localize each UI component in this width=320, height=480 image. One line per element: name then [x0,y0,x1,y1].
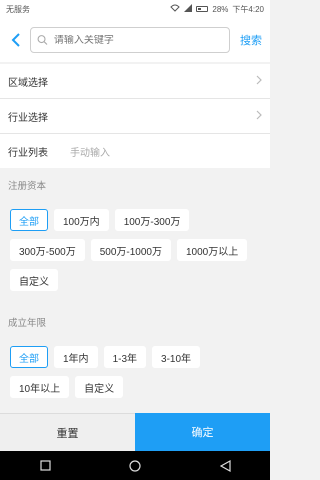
wifi-icon [170,4,181,14]
search-icon [37,35,48,45]
battery-icon [196,6,209,12]
region-select-row[interactable]: 区域选择 [0,64,270,98]
founding-option-over-10y[interactable]: 10年以上 [10,376,70,398]
signal-icon [184,4,193,14]
industry-list-input[interactable]: 手动输入 [70,144,110,159]
time-text: 下午4:20 [232,4,264,14]
action-bar: 重置 确定 [0,413,270,451]
search-button[interactable]: 搜索 [238,32,264,48]
reset-button[interactable]: 重置 [0,413,135,451]
capital-option-custom[interactable]: 自定义 [10,269,58,291]
region-select-label: 区域选择 [8,77,48,89]
founding-option-3-10y[interactable]: 3-10年 [152,346,201,368]
carrier-text: 无服务 [6,4,30,14]
capital-options: 全部 100万内 100万-300万 300万-500万 500万-1000万 … [10,209,260,291]
back-button[interactable] [6,26,26,54]
chevron-left-icon [11,33,20,47]
chevron-right-icon [256,74,262,88]
capital-option-over-1000w[interactable]: 1000万以上 [176,239,248,261]
battery-text: 28% [212,4,229,14]
capital-option-300w-500w[interactable]: 300万-500万 [10,239,85,261]
home-icon[interactable] [128,459,142,473]
founding-option-custom[interactable]: 自定义 [75,376,124,398]
status-bar: 无服务 28% 下午4:20 [0,0,270,18]
back-nav-icon[interactable] [218,459,232,473]
search-input[interactable] [53,34,223,46]
founding-options: 全部 1年内 1-3年 3-10年 10年以上 自定义 [10,346,260,398]
confirm-button[interactable]: 确定 [135,413,270,451]
industry-list-label: 行业列表 [8,147,48,159]
capital-option-500w-1000w[interactable]: 500万-1000万 [90,239,171,261]
search-header: 搜索 [0,18,270,62]
capital-option-100w-300w[interactable]: 100万-300万 [114,209,190,231]
founding-option-all[interactable]: 全部 [10,346,48,368]
system-nav-bar [0,451,270,480]
status-icons: 28% 下午4:20 [170,4,264,15]
founding-section-title: 成立年限 [8,318,47,329]
capital-option-all[interactable]: 全部 [10,209,48,231]
founding-option-within-1y[interactable]: 1年内 [54,346,98,368]
search-box[interactable] [30,27,230,53]
industry-select-label: 行业选择 [8,112,48,124]
capital-option-under-100w[interactable]: 100万内 [54,209,109,231]
recent-apps-icon[interactable] [38,459,52,473]
industry-select-row[interactable]: 行业选择 [0,99,270,133]
founding-option-1-3y[interactable]: 1-3年 [103,346,147,368]
capital-section-title: 注册资本 [8,181,47,192]
industry-list-row: 行业列表 手动输入 [0,134,270,168]
chevron-right-icon [256,109,262,123]
